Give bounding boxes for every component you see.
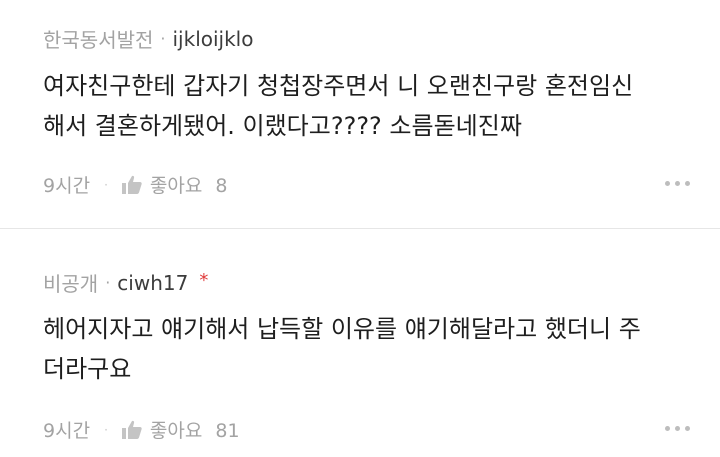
like-label: 좋아요 [149, 420, 203, 442]
more-dots-icon[interactable] [665, 426, 690, 431]
comment-item: 비공개 · ciwh17 * 헤어지자고 얘기해서 납득할 이유를 얘기해달라고… [0, 0, 720, 442]
author-username[interactable]: ciwh17 [117, 271, 188, 295]
comment-divider [0, 228, 720, 229]
comment-actions: 9시간 · 좋아요 81 [43, 416, 240, 443]
comment-meta: 비공개 · ciwh17 * [43, 268, 208, 297]
thumbs-up-icon[interactable] [121, 419, 143, 441]
comment-text: 헤어지자고 얘기해서 납득할 이유를 얘기해달라고 했더니 주 더라구요 [43, 309, 693, 389]
comment-text-line: 더라구요 [43, 355, 132, 383]
action-separator: · [104, 422, 108, 437]
author-organization: 비공개 [43, 272, 99, 296]
comment-time: 9시간 [43, 420, 91, 442]
like-button[interactable]: 좋아요 81 [150, 416, 240, 443]
meta-separator: · [105, 273, 111, 292]
badge-star: * [199, 270, 209, 291]
comment-text-line: 헤어지자고 얘기해서 납득할 이유를 얘기해달라고 했더니 주 [43, 315, 641, 343]
like-count: 81 [215, 420, 240, 442]
